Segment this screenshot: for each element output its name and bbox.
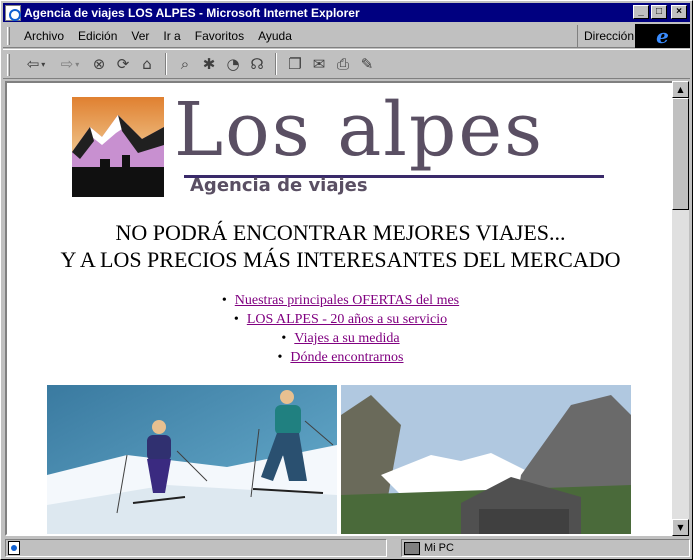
zone-label: Mi PC bbox=[424, 542, 454, 554]
back-icon[interactable]: ⇦ ▾ bbox=[19, 53, 53, 75]
page-status-icon bbox=[8, 541, 20, 555]
edit-icon[interactable]: ✎ bbox=[355, 53, 379, 75]
browser-window: Agencia de viajes LOS ALPES - Microsoft … bbox=[0, 0, 693, 560]
forward-icon[interactable]: ⇨ ▾ bbox=[53, 53, 87, 75]
ie-page-icon bbox=[5, 4, 21, 21]
link-20-anos[interactable]: LOS ALPES - 20 años a su servicio bbox=[247, 312, 447, 327]
menu-ir-a[interactable]: Ir a bbox=[156, 29, 187, 43]
address-label[interactable]: Dirección bbox=[577, 25, 634, 47]
security-zone-pane: Mi PC bbox=[401, 539, 690, 557]
fullscreen-icon[interactable]: ❐ bbox=[283, 53, 307, 75]
page-viewport[interactable]: Los alpes Agencia de viajes NO PODRÁ ENC… bbox=[5, 81, 672, 536]
list-item: Dónde encontrarnos bbox=[7, 348, 672, 367]
nav-links: Nuestras principales OFERTAS del mes LOS… bbox=[7, 291, 672, 367]
scroll-down-button[interactable]: ▼ bbox=[672, 519, 689, 536]
vertical-scrollbar[interactable]: ▲ ▼ bbox=[672, 81, 689, 536]
menu-ayuda[interactable]: Ayuda bbox=[251, 29, 299, 43]
headline-line-2: Y A LOS PRECIOS MÁS INTERESANTES DEL MER… bbox=[60, 247, 621, 272]
skiers-photo bbox=[47, 385, 337, 534]
home-icon[interactable]: ⌂ bbox=[135, 53, 159, 75]
menu-grip[interactable] bbox=[7, 27, 10, 45]
toolbar-separator bbox=[275, 53, 277, 75]
minimize-button[interactable]: _ bbox=[633, 5, 649, 19]
window-controls: _ □ × bbox=[633, 5, 687, 19]
list-item: Nuestras principales OFERTAS del mes bbox=[7, 291, 672, 310]
link-viajes-medida[interactable]: Viajes a su medida bbox=[294, 331, 399, 346]
toolbar: ⇦ ▾ ⇨ ▾ ⊗ ⟳ ⌂ ⌕ ✱ ◔ ☊ ❐ ✉ ⎙ ✎ bbox=[3, 49, 690, 79]
logo-subtitle: Agencia de viajes bbox=[190, 175, 368, 196]
logo-title: Los alpes bbox=[174, 87, 545, 173]
ie-logo: e bbox=[635, 24, 690, 48]
menu-edicion[interactable]: Edición bbox=[71, 29, 124, 43]
list-item: Viajes a su medida bbox=[7, 329, 672, 348]
list-item: LOS ALPES - 20 años a su servicio bbox=[7, 310, 672, 329]
menu-ver[interactable]: Ver bbox=[124, 29, 156, 43]
scroll-up-button[interactable]: ▲ bbox=[672, 81, 689, 98]
refresh-icon[interactable]: ⟳ bbox=[111, 53, 135, 75]
menu-items: Archivo Edición Ver Ir a Favoritos Ayuda bbox=[17, 29, 299, 43]
headline-line-1: NO PODRÁ ENCONTRAR MEJORES VIAJES... bbox=[115, 220, 566, 245]
channels-icon[interactable]: ☊ bbox=[245, 53, 269, 75]
menu-bar: Archivo Edición Ver Ir a Favoritos Ayuda… bbox=[3, 24, 690, 48]
status-bar: Mi PC bbox=[3, 538, 690, 558]
link-donde[interactable]: Dónde encontrarnos bbox=[290, 350, 403, 365]
status-main-pane bbox=[5, 539, 387, 557]
maximize-button[interactable]: □ bbox=[651, 5, 667, 19]
toolbar-grip[interactable] bbox=[7, 54, 10, 76]
title-bar[interactable]: Agencia de viajes LOS ALPES - Microsoft … bbox=[3, 3, 690, 22]
link-ofertas[interactable]: Nuestras principales OFERTAS del mes bbox=[235, 293, 459, 308]
toolbar-separator bbox=[165, 53, 167, 75]
mountain-logo-image bbox=[72, 97, 164, 197]
stop-icon[interactable]: ⊗ bbox=[87, 53, 111, 75]
scroll-thumb[interactable] bbox=[672, 98, 689, 210]
close-button[interactable]: × bbox=[671, 5, 687, 19]
favorites-icon[interactable]: ✱ bbox=[197, 53, 221, 75]
window-title: Agencia de viajes LOS ALPES - Microsoft … bbox=[24, 5, 360, 20]
history-icon[interactable]: ◔ bbox=[221, 53, 245, 75]
menu-archivo[interactable]: Archivo bbox=[17, 29, 71, 43]
alps-landscape-photo bbox=[341, 385, 631, 534]
search-icon[interactable]: ⌕ bbox=[173, 53, 197, 75]
agency-logo: Los alpes Agencia de viajes bbox=[72, 87, 612, 197]
computer-icon bbox=[404, 541, 420, 555]
mail-icon[interactable]: ✉ bbox=[307, 53, 331, 75]
menu-favoritos[interactable]: Favoritos bbox=[188, 29, 251, 43]
ie-logo-glyph: e bbox=[656, 24, 669, 48]
page-headline: NO PODRÁ ENCONTRAR MEJORES VIAJES... Y A… bbox=[7, 219, 672, 273]
print-icon[interactable]: ⎙ bbox=[331, 53, 355, 75]
